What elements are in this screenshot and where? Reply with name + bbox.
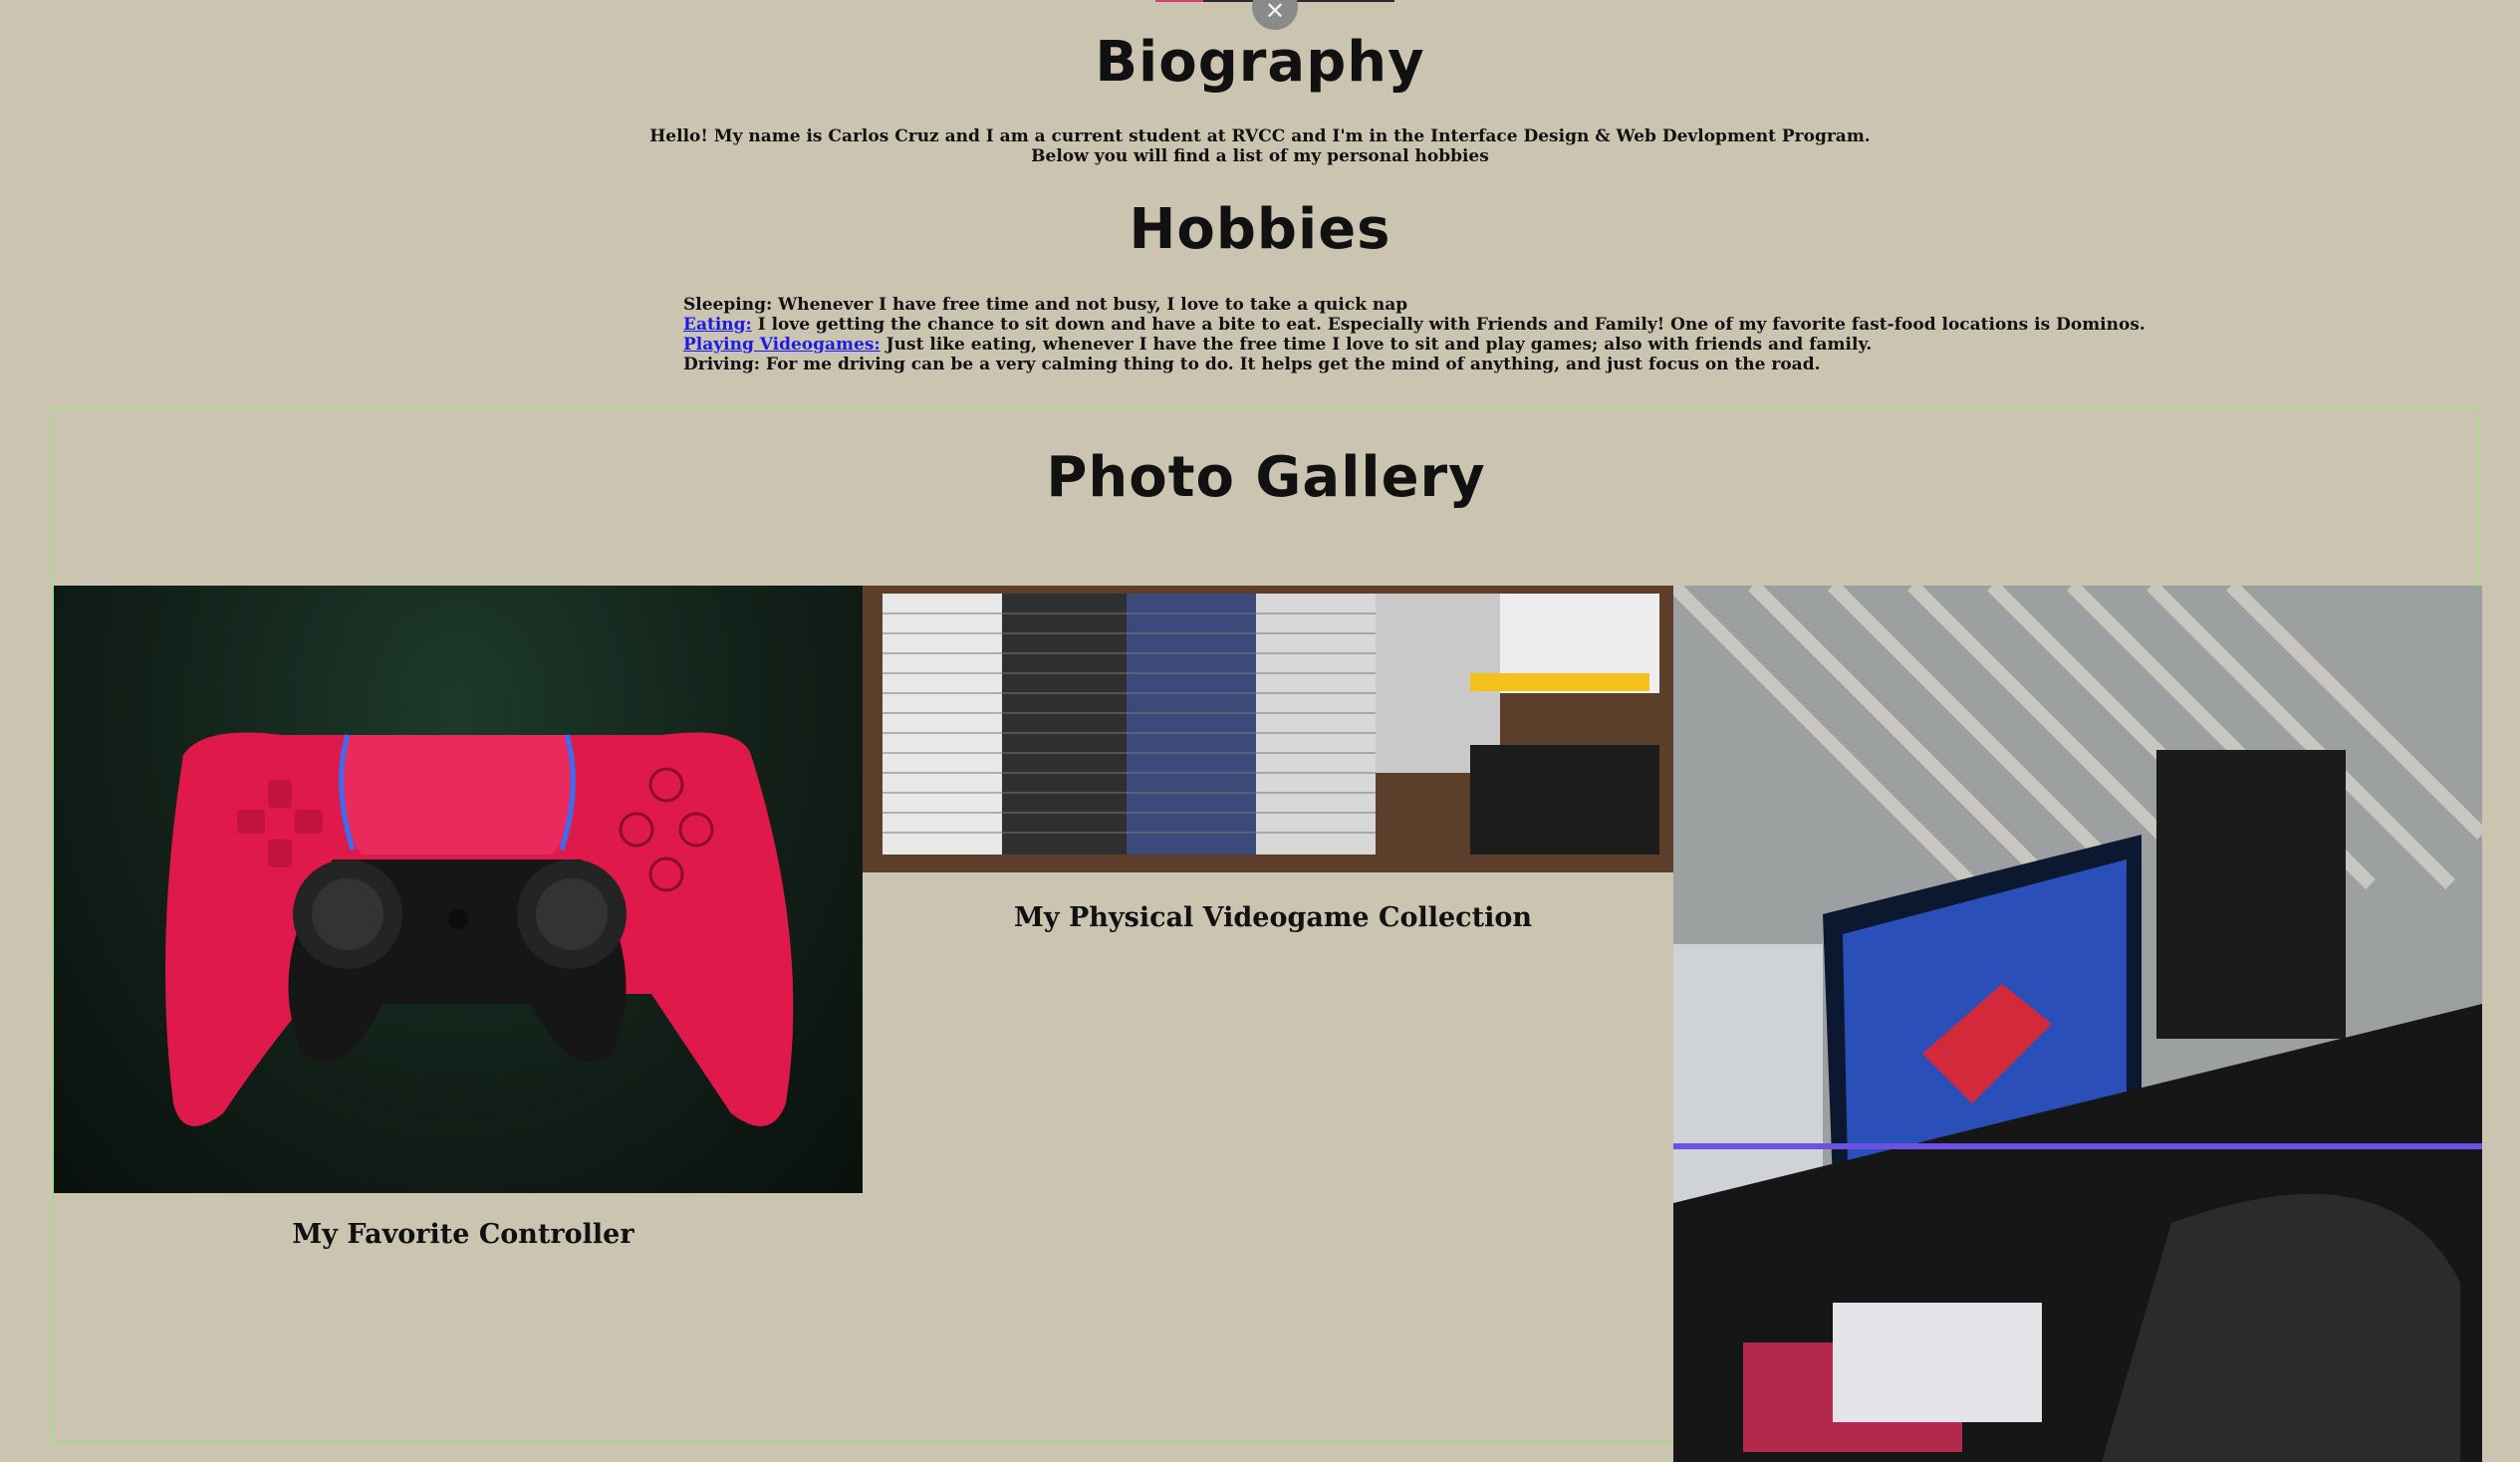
photo-caption: My Physical Videogame Collection <box>1014 902 1532 933</box>
gaming-setup-photo[interactable] <box>1673 586 2482 1462</box>
videogame-collection-photo[interactable] <box>863 586 1673 872</box>
controller-photo[interactable] <box>54 586 863 1193</box>
controller-illustration <box>165 732 794 1126</box>
hobby-item: Sleeping: Whenever I have free time and … <box>683 295 2177 315</box>
hobby-text: I love getting the chance to sit down an… <box>751 315 2145 335</box>
photo-caption: My Favorite Controller <box>292 1219 634 1250</box>
hobby-text: Driving: For me driving can be a very ca… <box>683 355 1821 374</box>
desk-setup-illustration <box>1673 586 2482 1462</box>
hobby-text: Sleeping: Whenever I have free time and … <box>683 295 1408 315</box>
accent-highlight <box>1155 0 1203 2</box>
hobby-item: Driving: For me driving can be a very ca… <box>683 355 2177 374</box>
hobbies-heading: Hobbies <box>1129 197 1391 262</box>
hobby-text: Just like eating, whenever I have the fr… <box>880 335 1873 355</box>
eating-link[interactable]: Eating: <box>683 315 752 335</box>
gallery-heading: Photo Gallery <box>1046 445 1486 510</box>
biography-text: Hello! My name is Carlos Cruz and I am a… <box>0 126 2520 166</box>
biography-line: Below you will find a list of my persona… <box>1031 146 1489 166</box>
hobbies-list: Sleeping: Whenever I have free time and … <box>683 295 2177 374</box>
game-shelf-illustration <box>863 586 1673 872</box>
biography-heading: Biography <box>1095 30 1425 95</box>
biography-line: Hello! My name is Carlos Cruz and I am a… <box>649 126 1871 146</box>
hobby-item: Eating: I love getting the chance to sit… <box>683 315 2177 335</box>
hobby-item: Playing Videogames: Just like eating, wh… <box>683 335 2177 355</box>
close-icon[interactable]: ✕ <box>1252 0 1298 30</box>
photo-gallery: Photo Gallery My Favorite Controller My … <box>52 407 2482 1462</box>
videogames-link[interactable]: Playing Videogames: <box>683 335 881 355</box>
